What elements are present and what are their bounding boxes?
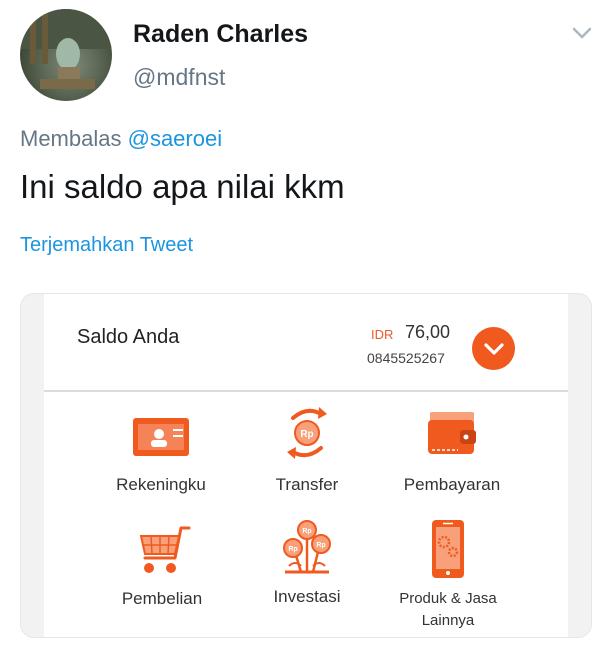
menu-label-transfer: Transfer — [275, 475, 339, 494]
menu-label-produk-jasa-line2: Lainnya — [421, 612, 475, 629]
chevron-down-icon[interactable] — [572, 26, 592, 40]
display-name[interactable]: Raden Charles — [133, 20, 308, 49]
svg-text:Rp: Rp — [302, 528, 311, 535]
tweet-text: Ini saldo apa nilai kkm — [20, 168, 345, 205]
chevron-down-icon — [483, 342, 504, 355]
expand-balance-button[interactable] — [472, 327, 515, 370]
avatar-illustration — [20, 9, 112, 89]
menu-item-pembayaran[interactable]: Pembayaran — [382, 408, 522, 496]
shopping-cart-icon — [139, 526, 191, 573]
menu-item-rekeningku[interactable]: Rekeningku — [91, 412, 231, 496]
menu-label-produk-jasa-line1: Produk & Jasa — [399, 590, 497, 607]
balance-amount: 76,00 — [405, 322, 451, 342]
menu-label-pembelian: Pembelian — [121, 589, 203, 608]
attached-image[interactable]: Saldo Anda IDR 76,00 0845525267 Rekening… — [20, 293, 592, 638]
menu-item-pembelian[interactable]: Pembelian — [92, 524, 232, 610]
svg-text:Rp: Rp — [316, 542, 325, 549]
phone-services-icon — [432, 520, 464, 578]
svg-text:Rp: Rp — [300, 429, 313, 440]
menu-label-pembayaran: Pembayaran — [403, 475, 501, 494]
menu-item-transfer[interactable]: Rp Transfer — [237, 404, 377, 496]
avatar[interactable] — [20, 9, 112, 101]
menu-label-rekeningku: Rekeningku — [116, 475, 206, 494]
transfer-icon: Rp — [287, 407, 327, 459]
menu-item-produk-jasa[interactable]: Produk & Jasa Lainnya — [378, 518, 518, 632]
translate-tweet-link[interactable]: Terjemahkan Tweet — [20, 234, 193, 257]
wallet-icon — [428, 412, 476, 454]
banking-app-panel: Saldo Anda IDR 76,00 0845525267 Rekening… — [44, 294, 568, 637]
menu-item-investasi[interactable]: Rp Rp Rp Investasi — [237, 518, 377, 608]
account-number: 0845525267 — [367, 350, 445, 366]
investment-icon: Rp Rp Rp — [283, 520, 331, 574]
balance-row: Saldo Anda IDR 76,00 0845525267 — [44, 294, 568, 392]
svg-text:Rp: Rp — [288, 546, 297, 553]
user-handle[interactable]: @mdfnst — [133, 64, 225, 91]
balance-label: Saldo Anda — [77, 326, 180, 348]
menu-label-investasi: Investasi — [273, 587, 341, 606]
reply-mention-link[interactable]: @saeroei — [128, 126, 223, 151]
reply-prefix: Membalas — [20, 126, 122, 151]
currency-label: IDR — [371, 327, 394, 342]
reply-context: Membalas @saeroei — [20, 126, 222, 152]
account-card-icon — [133, 418, 189, 456]
